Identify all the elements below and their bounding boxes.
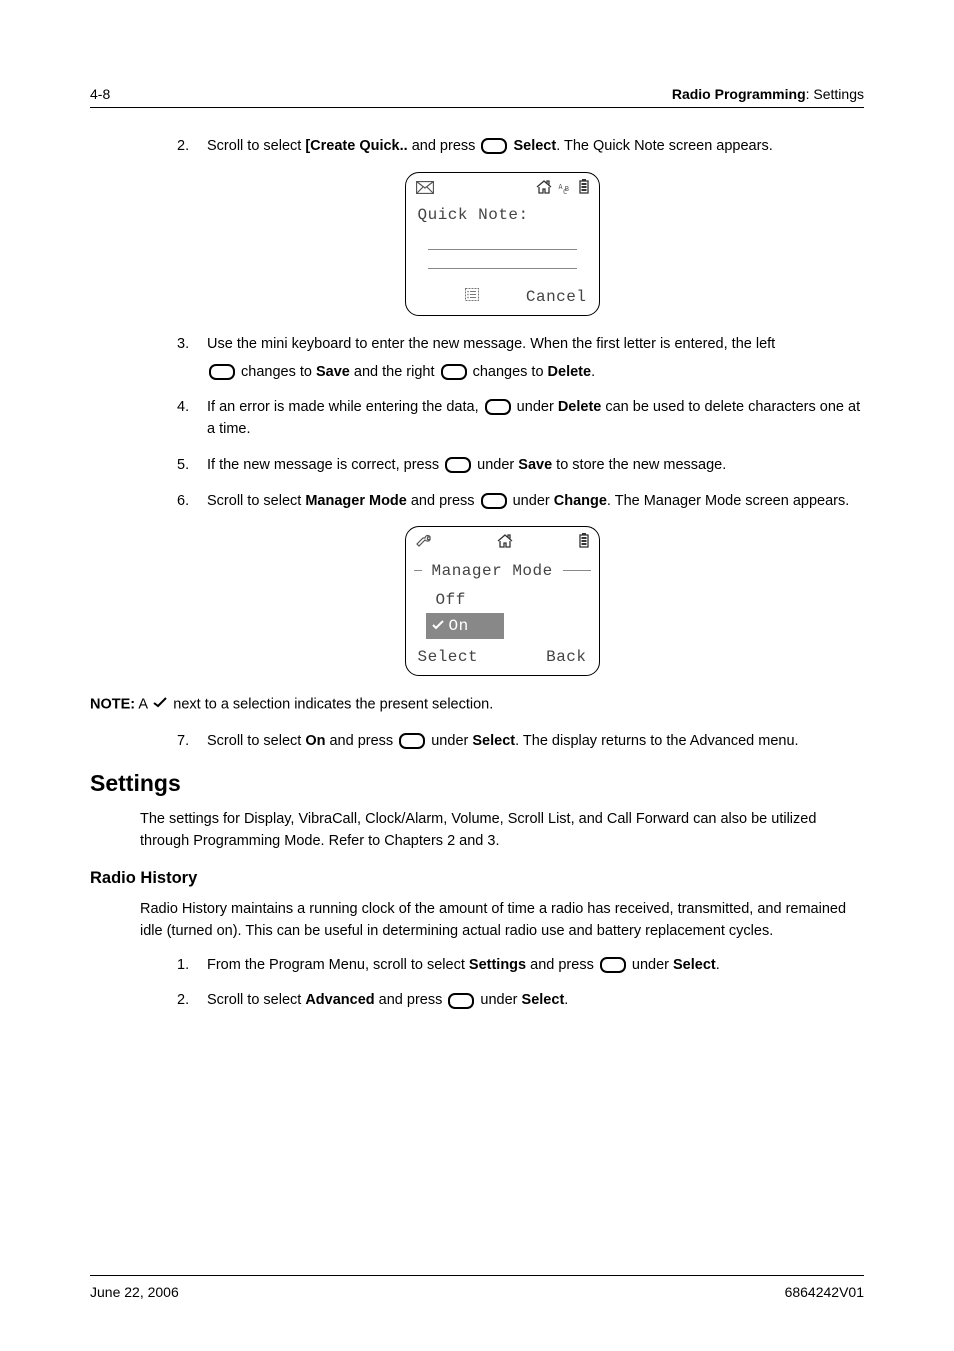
softkey-icon [445, 457, 471, 473]
softkey-icon [399, 733, 425, 749]
footer-date: June 22, 2006 [90, 1282, 179, 1303]
list-item: 1. From the Program Menu, scroll to sele… [140, 955, 864, 977]
softkey-icon [600, 957, 626, 973]
radio-history-heading: Radio History [90, 866, 864, 891]
settings-paragraph: The settings for Display, VibraCall, Clo… [140, 809, 864, 853]
softkey-icon [485, 399, 511, 415]
right-softkey-label: Cancel [526, 285, 587, 309]
page-header: 4-8 Radio Programming: Settings [90, 84, 864, 108]
chapter-label: Radio Programming: Settings [672, 84, 864, 105]
settings-heading: Settings [90, 766, 864, 801]
wrench-icon [416, 532, 432, 556]
list-item: 2. Scroll to select [Create Quick.. and … [140, 136, 864, 158]
radio-screen-quick-note: A CB Quick Note: Cancel [405, 172, 600, 316]
page-footer: June 22, 2006 6864242V01 [90, 1275, 864, 1303]
list-icon [465, 285, 479, 309]
footer-code: 6864242V01 [785, 1282, 864, 1303]
option-off: Off [414, 587, 591, 613]
check-icon [153, 694, 167, 716]
list-item: 6. Scroll to select Manager Mode and pre… [140, 491, 864, 513]
check-icon [432, 614, 444, 638]
softkey-icon [448, 993, 474, 1009]
radio-history-paragraph: Radio History maintains a running clock … [140, 899, 864, 943]
left-softkey-label: Select [418, 645, 479, 669]
list-item: 5. If the new message is correct, press … [140, 455, 864, 477]
softkey-icon [441, 364, 467, 380]
abc-icon: A CB [558, 185, 572, 195]
radio-screen-manager-mode: Manager Mode Off On Select Back [405, 526, 600, 676]
page-number: 4-8 [90, 84, 110, 105]
note: NOTE: A next to a selection indicates th… [90, 694, 864, 716]
softkey-icon [481, 493, 507, 509]
list-item: 2. Scroll to select Advanced and press u… [140, 990, 864, 1012]
list-item: 3. Use the mini keyboard to enter the ne… [140, 334, 864, 384]
option-on: On [426, 613, 504, 639]
softkey-icon [481, 138, 507, 154]
list-item: 7. Scroll to select On and press under S… [140, 731, 864, 753]
input-area [428, 235, 577, 269]
list-item: 4. If an error is made while entering th… [140, 397, 864, 441]
home-icon [536, 178, 552, 202]
right-softkey-label: Back [546, 645, 586, 669]
battery-icon [579, 178, 589, 202]
home-icon [497, 532, 513, 556]
softkey-icon [209, 364, 235, 380]
screen-legend: Manager Mode [426, 559, 559, 583]
envelope-icon [416, 178, 434, 202]
screen-title: Quick Note: [414, 203, 591, 227]
battery-icon [579, 532, 589, 556]
